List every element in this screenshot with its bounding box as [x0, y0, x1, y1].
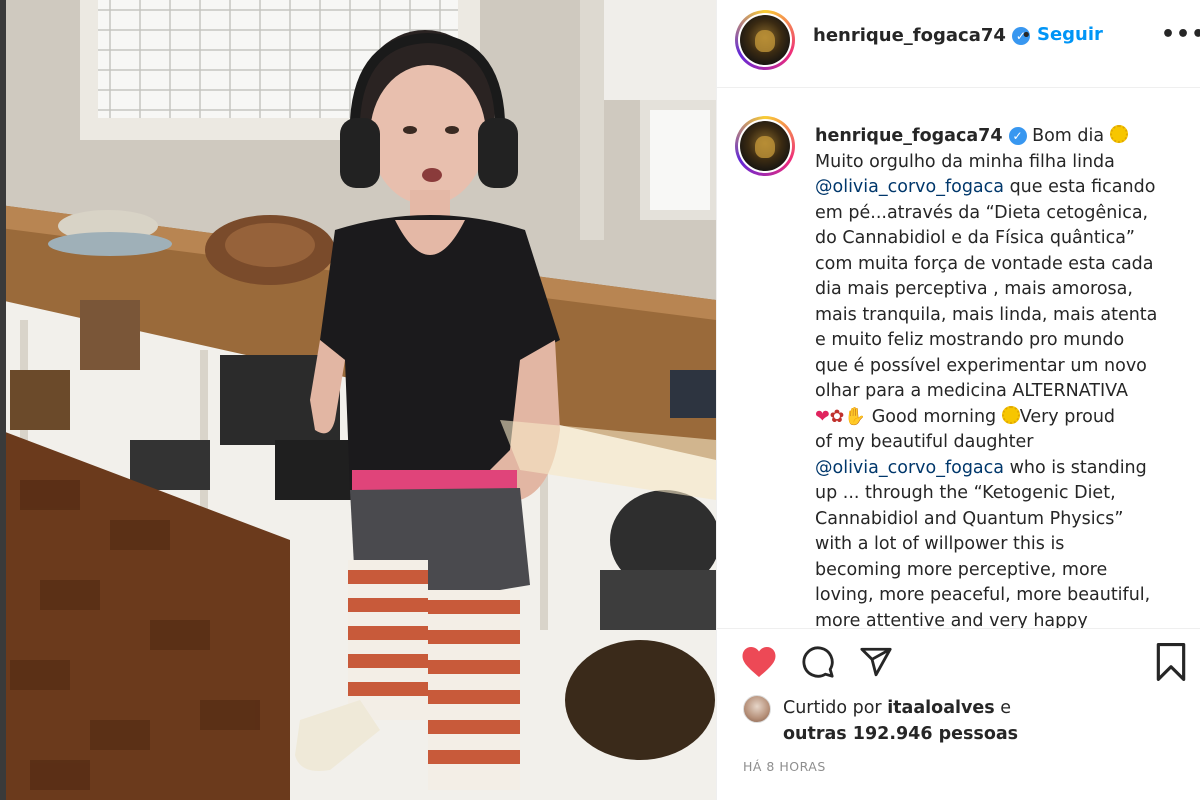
caption-line: do Cannabidiol e da Física quântica” — [815, 228, 1135, 248]
author-avatar[interactable] — [735, 10, 795, 70]
caption-line: com muita força de vontade esta cada — [815, 253, 1154, 274]
caption-author-avatar[interactable] — [735, 116, 795, 176]
caption-username[interactable]: henrique_fogaca74 — [815, 126, 1003, 146]
left-edge-strip — [0, 0, 6, 800]
rose-emoji-icon: ✿ — [829, 406, 845, 427]
likes-suffix: e — [994, 698, 1012, 718]
caption-line: Good morning — [866, 406, 1002, 427]
caption-line: more attentive and very happy — [815, 610, 1088, 629]
caption-line: olhar para a medicina ALTERNATIVA — [815, 381, 1128, 401]
author-username-text[interactable]: henrique_fogaca74 — [813, 25, 1006, 46]
caption-area: henrique_fogaca74 ✓ Bom dia Muito orgulho… — [717, 88, 1200, 628]
share-icon[interactable] — [859, 645, 893, 679]
heart-emoji-icon: ❤ — [815, 406, 830, 427]
likes-others-link[interactable]: outras 192.946 pessoas — [783, 724, 1018, 744]
photo-illustration — [0, 0, 716, 800]
caption-verified-badge-icon: ✓ — [1008, 127, 1027, 145]
caption-line: becoming more perceptive, more — [815, 559, 1108, 580]
bookmark-icon[interactable] — [1155, 643, 1187, 681]
likes-text: Curtido por itaaloalves e outras 192.946… — [783, 695, 1083, 747]
likes-prefix: Curtido por — [783, 698, 888, 718]
follow-button[interactable]: Seguir — [1037, 24, 1103, 45]
caption-line: of my beautiful daughter — [815, 432, 1034, 452]
post-timestamp[interactable]: HÁ 8 HORAS — [743, 759, 826, 774]
caption-line: who is standing — [1004, 457, 1147, 478]
post-side-panel: henrique_fogaca74✓ • Seguir ••• henrique… — [716, 0, 1200, 800]
post-header: henrique_fogaca74✓ • Seguir ••• — [717, 0, 1200, 88]
author-username[interactable]: henrique_fogaca74 ✓ — [813, 25, 1030, 46]
caption-line: em pé...através da “Dieta cetogênica, — [815, 202, 1149, 223]
post-photo[interactable] — [0, 0, 716, 800]
liker-avatar[interactable] — [743, 695, 771, 723]
more-options-button[interactable]: ••• — [1161, 22, 1200, 47]
sun-emoji-icon — [1001, 405, 1020, 424]
caption-line: Very proud — [1019, 406, 1116, 427]
pray-emoji-icon: ✋ — [844, 406, 867, 427]
caption-line: with a lot of willpower this is — [815, 534, 1065, 554]
caption-line: loving, more peaceful, more beautiful, — [815, 585, 1151, 605]
sun-emoji-icon — [1109, 125, 1128, 143]
mention-link[interactable]: @olivia_corvo_fogaca — [815, 458, 1004, 478]
mention-link[interactable]: @olivia_corvo_fogaca — [815, 177, 1004, 197]
caption-line: e muito feliz mostrando pro mundo — [815, 330, 1125, 350]
heart-icon[interactable] — [741, 645, 777, 679]
caption-line: mais tranquila, mais linda, mais atenta — [815, 304, 1158, 325]
caption-line: Bom dia — [1026, 126, 1110, 146]
caption-line: Cannabidiol and Quantum Physics” — [815, 508, 1124, 529]
post-actions: Curtido por itaaloalves e outras 192.946… — [717, 628, 1200, 800]
caption-line: dia mais perceptiva , mais amorosa, — [815, 279, 1133, 299]
caption-line: up ... through the “Ketogenic Diet, — [815, 483, 1116, 503]
liker-username[interactable]: itaaloalves — [887, 698, 995, 718]
comment-icon[interactable] — [801, 645, 835, 679]
caption-line: Muito orgulho da minha filha linda — [815, 151, 1115, 172]
caption-line: que é possível experimentar um novo — [815, 355, 1147, 376]
caption-line: que esta ficando — [1004, 177, 1156, 197]
header-separator: • — [1021, 25, 1032, 46]
caption-text: henrique_fogaca74 ✓ Bom dia Muito orgulho… — [815, 124, 1175, 628]
